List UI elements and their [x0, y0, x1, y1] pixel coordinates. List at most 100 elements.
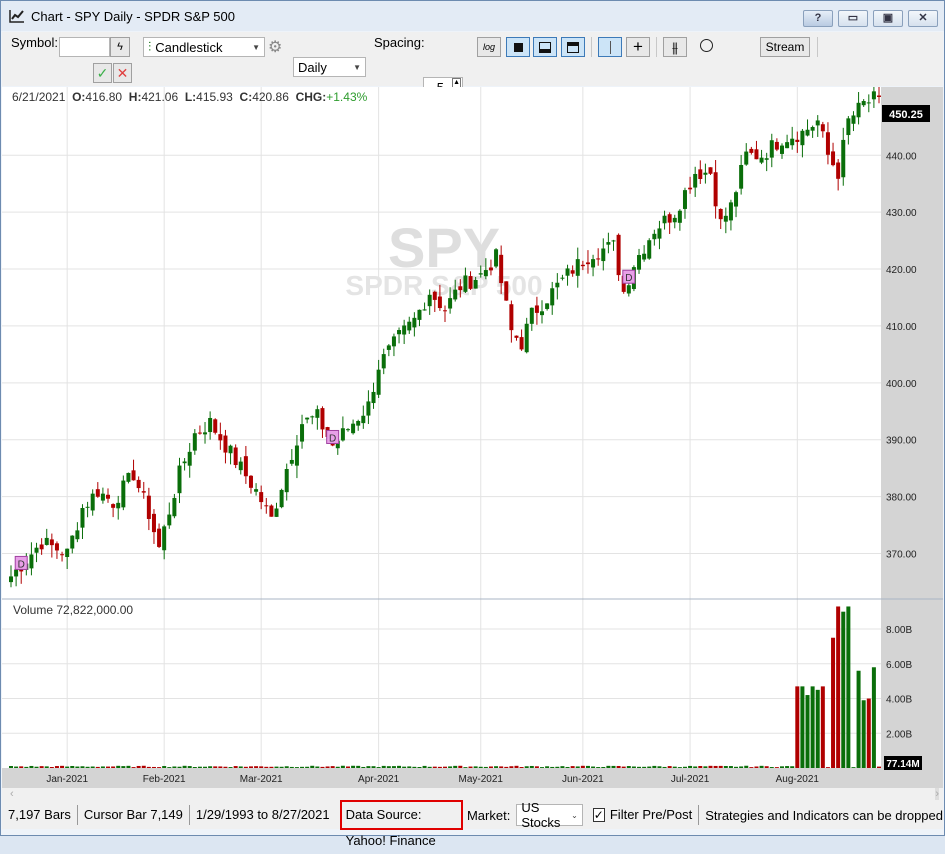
candle-body [289, 459, 294, 464]
volume-bar [468, 766, 473, 768]
market-select[interactable]: US Stocks ⌄ [516, 800, 583, 830]
volume-bar [698, 765, 703, 768]
restore-button[interactable]: ▣ [873, 10, 903, 27]
volume-bar [723, 766, 728, 768]
price-tick-label: 400.00 [886, 379, 917, 390]
log-scale-button[interactable]: log [477, 37, 501, 57]
filter-checkbox[interactable]: ✓ [592, 808, 605, 822]
candle-body [713, 172, 718, 207]
vertical-cursor-button[interactable] [598, 37, 622, 57]
candle-body [790, 138, 795, 146]
gear-icon[interactable]: ⚙ [268, 37, 282, 57]
candle-body [601, 248, 606, 262]
chart-plot[interactable]: SPY SPDR S&P 500 DDD 370.00380.00390.004… [2, 87, 943, 788]
crosshair-button[interactable]: + [626, 37, 650, 57]
volume-bar [555, 766, 560, 768]
divider [656, 37, 657, 57]
candle-body [667, 214, 672, 223]
candle-body [310, 416, 315, 418]
chart-type-select[interactable]: ⫶ Candlestick ▼ [143, 37, 265, 57]
volume-bar [642, 766, 647, 768]
candle-body [708, 167, 713, 174]
volume-bar [417, 766, 422, 768]
volume-bar [759, 765, 764, 768]
volume-bar [397, 765, 402, 768]
chevron-down-icon: ⌄ [571, 810, 578, 820]
volume-bar [580, 765, 585, 768]
candle-body [529, 307, 534, 324]
volume-bar [626, 766, 631, 768]
volume-bar [570, 766, 575, 768]
volume-bar [453, 765, 458, 768]
candle-body [825, 132, 830, 155]
volume-bar [657, 766, 662, 768]
candle-body [432, 291, 437, 300]
candle-body [723, 215, 728, 222]
top-pane-button[interactable] [561, 37, 585, 57]
candle-body [126, 472, 131, 482]
candle-body [805, 129, 810, 136]
candle-body [340, 428, 345, 441]
candle-body [70, 535, 75, 549]
divider [817, 37, 818, 57]
indicators-icon[interactable]: ⫵ [663, 37, 687, 57]
bar-style-button[interactable] [506, 37, 530, 57]
candle-body [412, 317, 417, 328]
volume-bar [121, 766, 126, 768]
symbol-input[interactable] [59, 37, 110, 57]
candle-body [739, 164, 744, 189]
candle-body [121, 480, 126, 508]
candle-body [151, 513, 156, 533]
volume-bar [841, 611, 846, 768]
volume-bar [376, 767, 381, 768]
candle-body [795, 139, 800, 142]
chart-area[interactable]: SPY SPDR S&P 500 DDD 370.00 380.00 390.00 4… [2, 87, 943, 788]
interval-select[interactable]: Daily ▼ [293, 57, 366, 77]
candle-body [80, 508, 85, 528]
help-button[interactable]: ? [803, 10, 833, 27]
candle-body [422, 309, 427, 311]
bottom-pane-button[interactable] [533, 37, 557, 57]
horizontal-scrollbar[interactable]: ‹ › [2, 788, 943, 802]
volume-bar [197, 766, 202, 768]
volume-bar [764, 766, 769, 768]
candle-body [545, 303, 550, 309]
scroll-left-icon[interactable]: ‹ [10, 788, 14, 800]
candle-body [499, 254, 504, 284]
candle-body [519, 337, 524, 350]
candle-body [39, 544, 44, 550]
volume-bar [330, 766, 335, 768]
volume-bar [85, 766, 90, 768]
candle-body [637, 255, 642, 270]
stream-button[interactable]: Stream [760, 37, 810, 57]
volume-bar [831, 637, 836, 768]
time-tick-label: Jan-2021 [46, 774, 88, 785]
volume-bar [463, 767, 468, 768]
volume-bar [820, 686, 825, 768]
dividend-marker-label: D [329, 433, 336, 444]
lightning-icon[interactable]: ϟ [110, 37, 130, 57]
candle-body [575, 259, 580, 276]
volume-bar [606, 765, 611, 768]
scroll-right-icon[interactable]: › [935, 788, 939, 800]
dividend-marker-label: D [18, 559, 25, 570]
time-axis[interactable] [2, 768, 881, 788]
minimize-button[interactable]: ▭ [838, 10, 868, 27]
volume-bar [100, 766, 105, 768]
close-button[interactable]: ✕ [908, 10, 938, 27]
accept-check-icon[interactable]: ✓ [93, 63, 112, 83]
candle-body [203, 432, 208, 435]
volume-bar [652, 765, 657, 768]
cancel-x-icon[interactable]: ✕ [113, 63, 132, 83]
low-label: L: [184, 90, 197, 104]
volume-bar [499, 766, 504, 768]
interval-value: Daily [298, 59, 327, 75]
candle-body [626, 285, 631, 294]
volume-bar [810, 686, 815, 768]
circle-radio-icon[interactable] [700, 39, 713, 52]
volume-bar [294, 767, 299, 768]
volume-bar [749, 767, 754, 768]
volume-bar [713, 765, 718, 768]
volume-bar [647, 766, 652, 768]
candle-body [458, 286, 463, 291]
